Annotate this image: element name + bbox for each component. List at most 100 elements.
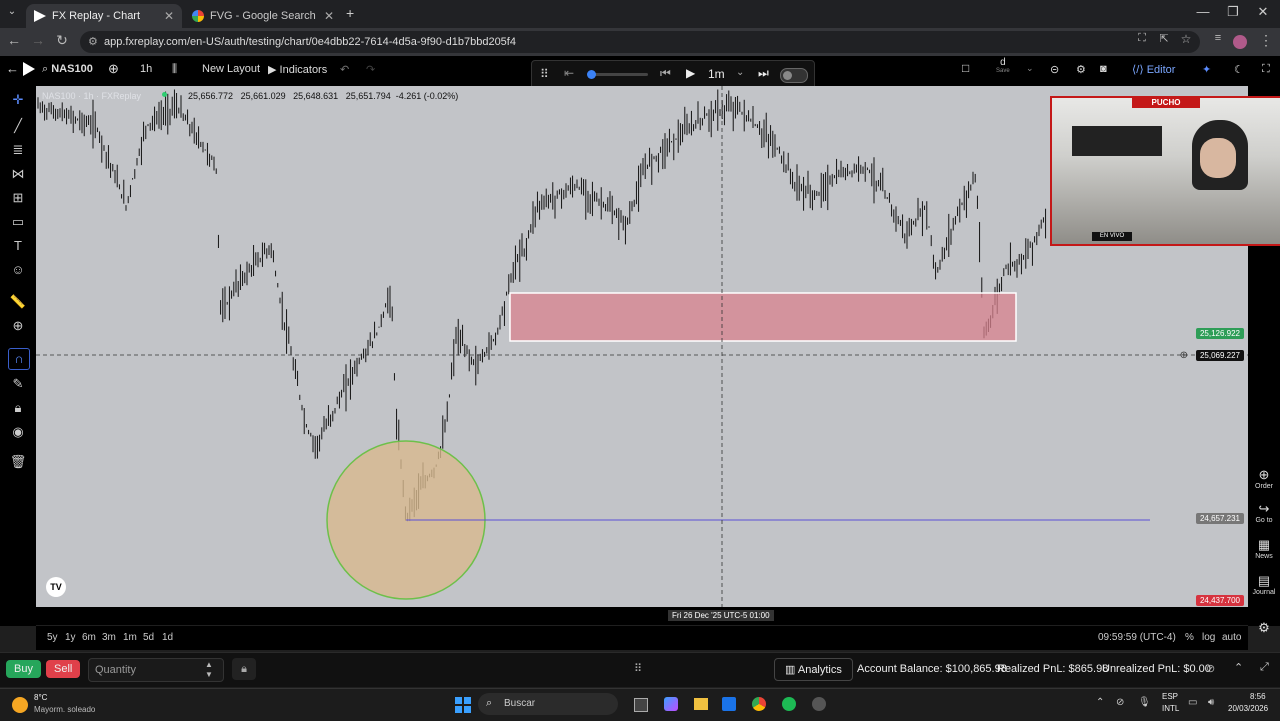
text-icon[interactable]: T [8, 236, 28, 256]
hide-eye-icon[interactable]: ⊘ [1206, 662, 1215, 675]
add-symbol-icon[interactable]: ⊕ [108, 61, 119, 77]
spotify-icon[interactable] [782, 697, 796, 711]
redo-icon[interactable]: ↷ [366, 63, 375, 76]
back-icon[interactable]: ← [4, 32, 24, 48]
range-6m[interactable]: 6m [82, 632, 96, 643]
log-toggle[interactable]: log [1202, 632, 1215, 643]
chevron-down-icon[interactable]: ⌄ [1026, 63, 1034, 74]
undo-icon[interactable]: ↶ [340, 63, 349, 76]
site-info-icon[interactable]: ⚙ [88, 35, 98, 48]
step-forward-icon[interactable]: ⏭ [758, 66, 769, 81]
fullscreen-icon[interactable]: ⛶ [1262, 63, 1270, 76]
layout-square-icon[interactable]: □ [962, 61, 969, 75]
play-icon[interactable]: ▶ [686, 66, 695, 80]
close-window-icon[interactable]: ✕ [1248, 4, 1278, 20]
chevron-up-icon[interactable]: ⌃ [1234, 661, 1243, 674]
lock-trade-icon[interactable]: 🔒︎ [232, 658, 256, 680]
pencil-lock-icon[interactable]: ✎ [8, 374, 28, 394]
maximize-icon[interactable]: ❐ [1218, 4, 1248, 20]
file-explorer-icon[interactable] [694, 698, 708, 710]
new-tab-button[interactable]: + [346, 5, 354, 21]
copilot-icon[interactable] [664, 697, 678, 711]
percent-toggle[interactable]: % [1185, 632, 1194, 643]
chevron-down-icon[interactable]: ⌄ [736, 67, 744, 78]
autoplay-toggle[interactable] [780, 68, 808, 83]
analytics-button[interactable]: ▥ Analytics [774, 658, 853, 681]
new-layout-button[interactable]: New Layout [202, 63, 260, 75]
tab-fx-replay[interactable]: FX Replay - Chart ✕ [26, 4, 182, 28]
range-1m[interactable]: 1m [123, 632, 137, 643]
step-back-icon[interactable]: ⏮ [660, 66, 671, 81]
tray-network-icon[interactable]: ⊘ [1116, 697, 1124, 708]
time-axis[interactable]: Fri 26 Dec '25 UTC-5 01:00 [36, 607, 1248, 625]
editor-button[interactable]: ⟨/⟩ Editor [1132, 63, 1175, 76]
camera-icon[interactable]: ◙ [1100, 63, 1107, 75]
obs-icon[interactable] [812, 697, 826, 711]
range-1y[interactable]: 1y [65, 632, 76, 643]
range-5d[interactable]: 5d [143, 632, 154, 643]
sell-button[interactable]: Sell [46, 660, 81, 678]
jump-start-icon[interactable]: ⇤ [564, 66, 574, 80]
crosshair-icon[interactable]: ✛ [8, 90, 28, 110]
drag-handle-icon[interactable]: ⠿ [540, 67, 549, 81]
range-5y[interactable]: 5y [47, 632, 58, 643]
extensions-icon[interactable]: ≡ [1208, 32, 1228, 44]
indicators-button[interactable]: ▶ Indicators [268, 63, 327, 76]
add-alert-icon[interactable]: ⊕ [1180, 350, 1188, 361]
language-label[interactable]: ESP [1162, 692, 1178, 701]
save-layout[interactable]: d Save [996, 58, 1010, 76]
replay-interval[interactable]: 1m [708, 67, 725, 81]
chrome-menu-icon[interactable]: ⋮ [1256, 32, 1276, 49]
tray-volume-icon[interactable]: 🔊︎ [1208, 697, 1214, 708]
forward-icon[interactable]: → [28, 32, 48, 48]
timeframe-button[interactable]: 1h [140, 63, 152, 75]
eye-icon[interactable]: ◉ [8, 422, 28, 442]
close-tab-icon[interactable]: ✕ [164, 9, 174, 23]
magnet-icon[interactable]: ∩ [8, 348, 30, 370]
expand-icon[interactable]: ⤢ [1260, 661, 1269, 674]
pattern-icon[interactable]: ⋈ [8, 164, 28, 184]
dark-mode-icon[interactable]: ☾ [1234, 63, 1244, 76]
translate-icon[interactable]: ⛶ [1132, 32, 1152, 45]
minimize-icon[interactable]: — [1188, 4, 1218, 19]
task-view-icon[interactable] [634, 698, 648, 712]
symbol-search[interactable]: ⌕ NAS100 [42, 63, 93, 76]
tray-display-icon[interactable]: ▭ [1188, 697, 1197, 708]
tab-search-icon[interactable]: ⌄ [4, 6, 20, 22]
windows-start-icon[interactable] [455, 697, 471, 713]
auto-toggle[interactable]: auto [1222, 632, 1241, 643]
ruler-icon[interactable]: 📏 [8, 292, 28, 312]
tab-fvg-search[interactable]: FVG - Google Search ✕ [184, 4, 342, 28]
speed-slider[interactable] [587, 70, 648, 79]
quantity-field[interactable]: Quantity ▲ ▼ [88, 658, 224, 682]
weather-sun-icon[interactable] [12, 697, 28, 713]
fib-icon[interactable]: ≣ [8, 140, 28, 160]
taskbar-search[interactable]: ⌕ Buscar [478, 693, 618, 715]
close-tab-icon[interactable]: ✕ [324, 9, 334, 23]
install-icon[interactable]: ⇱ [1154, 32, 1174, 45]
quantity-stepper[interactable]: ▲ ▼ [205, 660, 213, 680]
projection-icon[interactable]: ⊞ [8, 188, 28, 208]
range-3m[interactable]: 3m [102, 632, 116, 643]
address-bar[interactable]: ⚙ app.fxreplay.com/en-US/auth/testing/ch… [80, 31, 1200, 53]
utc-clock[interactable]: 09:59:59 (UTC-4) [1098, 632, 1176, 643]
chart-type-icon[interactable]: ⫼ [172, 63, 177, 76]
magic-icon[interactable]: ✦ [1202, 63, 1211, 76]
range-1d[interactable]: 1d [162, 632, 173, 643]
tray-mic-icon[interactable]: 🎙︎ [1138, 697, 1151, 708]
rectangle-icon[interactable]: ▭ [8, 212, 28, 232]
emoji-icon[interactable]: ☺ [8, 260, 28, 280]
trendline-icon[interactable]: ╱ [8, 116, 28, 136]
tray-chevron-icon[interactable]: ⌃ [1096, 697, 1104, 708]
journal-button[interactable]: ▤ Journal [1250, 573, 1278, 596]
lock-icon[interactable]: 🔒︎ [8, 398, 28, 418]
speed-slider-knob[interactable] [587, 70, 596, 79]
order-button[interactable]: ⊕ Order [1250, 467, 1278, 490]
reload-icon[interactable]: ↻ [52, 32, 72, 49]
chrome-icon[interactable] [752, 697, 766, 711]
buy-button[interactable]: Buy [6, 660, 41, 678]
goto-button[interactable]: ↪ Go to [1250, 501, 1278, 524]
bookmark-star-icon[interactable]: ☆ [1176, 32, 1196, 46]
settings-gear-icon[interactable]: ⚙ [1076, 63, 1086, 76]
drag-handle-icon[interactable]: ⠿ [634, 662, 642, 675]
